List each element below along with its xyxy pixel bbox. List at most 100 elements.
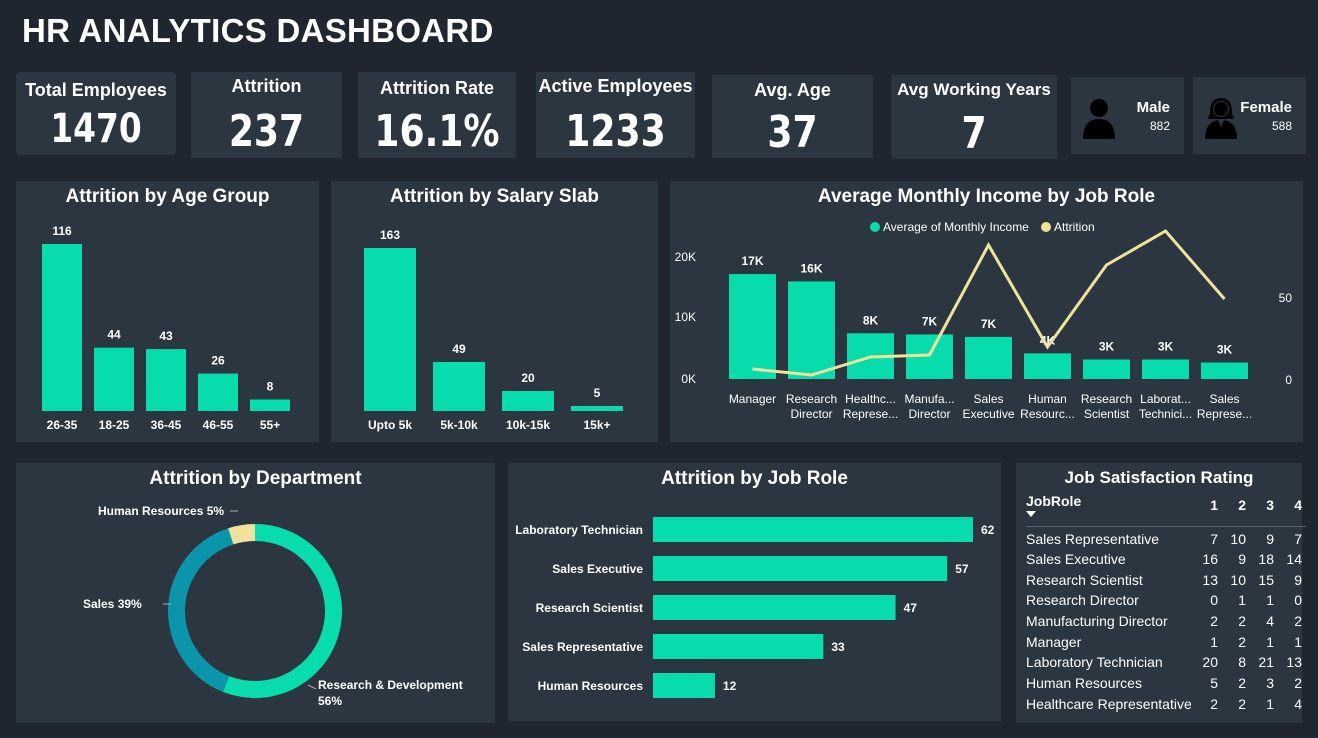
age-group-panel: Attrition by Age Group 116 26-35 44 18-25 43… (16, 181, 319, 442)
table-row[interactable]: Research Scientist 13 10 15 9 (1026, 570, 1306, 591)
rating-cell: 18 (1258, 550, 1274, 567)
kpi-label: Attrition (231, 76, 302, 96)
kpi-active-employees[interactable]: Active Employees 1233 (536, 72, 695, 158)
rating-cell: 10 (1222, 526, 1250, 549)
bar (571, 406, 623, 411)
kpi-label: Total Employees (25, 80, 167, 100)
bar (653, 517, 973, 542)
kpi-attrition[interactable]: Attrition 237 (191, 72, 342, 158)
female-card[interactable]: Female 588 (1193, 77, 1306, 154)
category-label: Sales Executive (552, 562, 643, 576)
panel-title: Job Satisfaction Rating (1064, 468, 1254, 487)
data-label: 20 (521, 371, 535, 385)
table-row[interactable]: Sales Representative 7 10 9 7 (1026, 526, 1306, 549)
bar (42, 244, 82, 411)
rating-cell: 0 (1294, 592, 1302, 609)
category-label: Research (786, 392, 837, 406)
category-label: Human (1028, 392, 1067, 406)
rating-cell: 9 (1294, 571, 1302, 588)
category-label: Manufa... (904, 392, 954, 406)
column-header-jobrole[interactable]: JobRole (1026, 493, 1194, 527)
y2-tick-label: 0 (1285, 373, 1292, 387)
table-row[interactable]: Research Director 0 1 1 0 (1026, 590, 1306, 611)
kpi-label: Active Employees (538, 76, 693, 96)
male-count: 882 (1149, 119, 1170, 133)
kpi-value: 1470 (50, 106, 142, 152)
rating-cell: 4 (1294, 695, 1302, 712)
table-row[interactable]: Manager 1 2 1 1 (1026, 632, 1306, 653)
rating-cell: 1 (1266, 633, 1274, 650)
data-label: 33 (831, 640, 845, 654)
bar (198, 373, 238, 411)
sort-down-icon[interactable] (1026, 511, 1036, 517)
job-role-cell: Manufacturing Director (1026, 612, 1168, 629)
data-label: 5 (594, 386, 601, 400)
table-row[interactable]: Manufacturing Director 2 2 4 2 (1026, 611, 1306, 632)
table-row[interactable]: Sales Executive 16 9 18 14 (1026, 549, 1306, 570)
rating-cell: 2 (1238, 695, 1246, 712)
legend-marker (1041, 222, 1051, 232)
category-label: Executive (962, 407, 1014, 421)
data-label: 116 (52, 224, 72, 238)
table-header-row: JobRole 1 2 3 4 (1026, 493, 1306, 527)
table-row[interactable]: Laboratory Technician 20 8 21 13 (1026, 652, 1306, 673)
job-satisfaction-panel: Job Satisfaction Rating JobRole 1 2 3 4 … (1016, 463, 1306, 723)
category-label: Laborat... (1140, 392, 1191, 406)
category-label: Resourc... (1020, 407, 1075, 421)
rating-cell: 5 (1210, 674, 1218, 691)
bar (729, 274, 776, 379)
male-card[interactable]: Male 882 (1071, 77, 1184, 154)
kpi-total-employees[interactable]: Total Employees 1470 (16, 72, 176, 155)
rating-cell: 2 (1238, 674, 1246, 691)
data-label: 44 (107, 328, 121, 342)
category-label: 18-25 (99, 418, 130, 432)
table-row[interactable]: Healthcare Representative 2 2 1 4 (1026, 694, 1306, 715)
bar (653, 556, 948, 581)
legend-label: Attrition (1054, 220, 1095, 234)
rating-cell: 10 (1230, 571, 1246, 588)
rating-cell: 13 (1286, 654, 1302, 671)
category-label: 15k+ (583, 418, 610, 432)
category-label: Laboratory Technician (515, 523, 643, 537)
bar (146, 349, 186, 411)
column-header-1[interactable]: 1 (1194, 493, 1222, 527)
kpi-attrition-rate[interactable]: Attrition Rate 16.1% (358, 72, 516, 158)
kpi-avg-working-years[interactable]: Avg Working Years 7 (891, 75, 1057, 159)
rating-cell: 1 (1266, 695, 1274, 712)
data-label: 17K (741, 254, 763, 268)
category-label: Healthc... (845, 392, 896, 406)
data-label: 8 (267, 379, 274, 393)
female-label: Female (1240, 99, 1292, 116)
column-header-2[interactable]: 2 (1222, 493, 1250, 527)
data-label: 3K (1099, 339, 1115, 353)
data-label: 7K (922, 314, 938, 328)
category-label: Human Resources (538, 679, 644, 693)
rating-cell: 1 (1294, 633, 1302, 650)
bar (433, 362, 485, 411)
category-label: Research Scientist (536, 601, 643, 615)
category-label: Director (908, 407, 950, 421)
table-row[interactable]: Human Resources 5 2 3 2 (1026, 673, 1306, 694)
category-label: Represe... (1197, 407, 1252, 421)
kpi-avg-age[interactable]: Avg. Age 37 (712, 75, 873, 158)
column-header-3[interactable]: 3 (1250, 493, 1278, 527)
slice-label: Sales 39% (83, 597, 142, 611)
category-label: 55+ (260, 418, 280, 432)
bar (788, 281, 835, 379)
data-label: 3K (1158, 339, 1174, 353)
job-role-cell: Research Director (1026, 592, 1139, 609)
rating-cell: 9 (1238, 550, 1246, 567)
rating-cell: 1 (1238, 592, 1246, 609)
category-label: 5k-10k (440, 418, 478, 432)
department-panel: Attrition by Department Research & Devel… (16, 463, 495, 723)
data-label: 16K (800, 261, 822, 275)
page-title: HR ANALYTICS DASHBOARD (22, 12, 494, 49)
rating-cell: 13 (1202, 571, 1218, 588)
data-label: 57 (955, 562, 969, 576)
category-label: Technici... (1139, 407, 1192, 421)
category-label: 36-45 (151, 418, 182, 432)
rating-cell: 2 (1238, 612, 1246, 629)
column-header-4[interactable]: 4 (1278, 493, 1306, 527)
job-role-cell: Manager (1026, 633, 1082, 650)
salary-slab-chart: 163 Upto 5k 49 5k-10k 20 10k-15k 5 15k+ (364, 228, 623, 432)
